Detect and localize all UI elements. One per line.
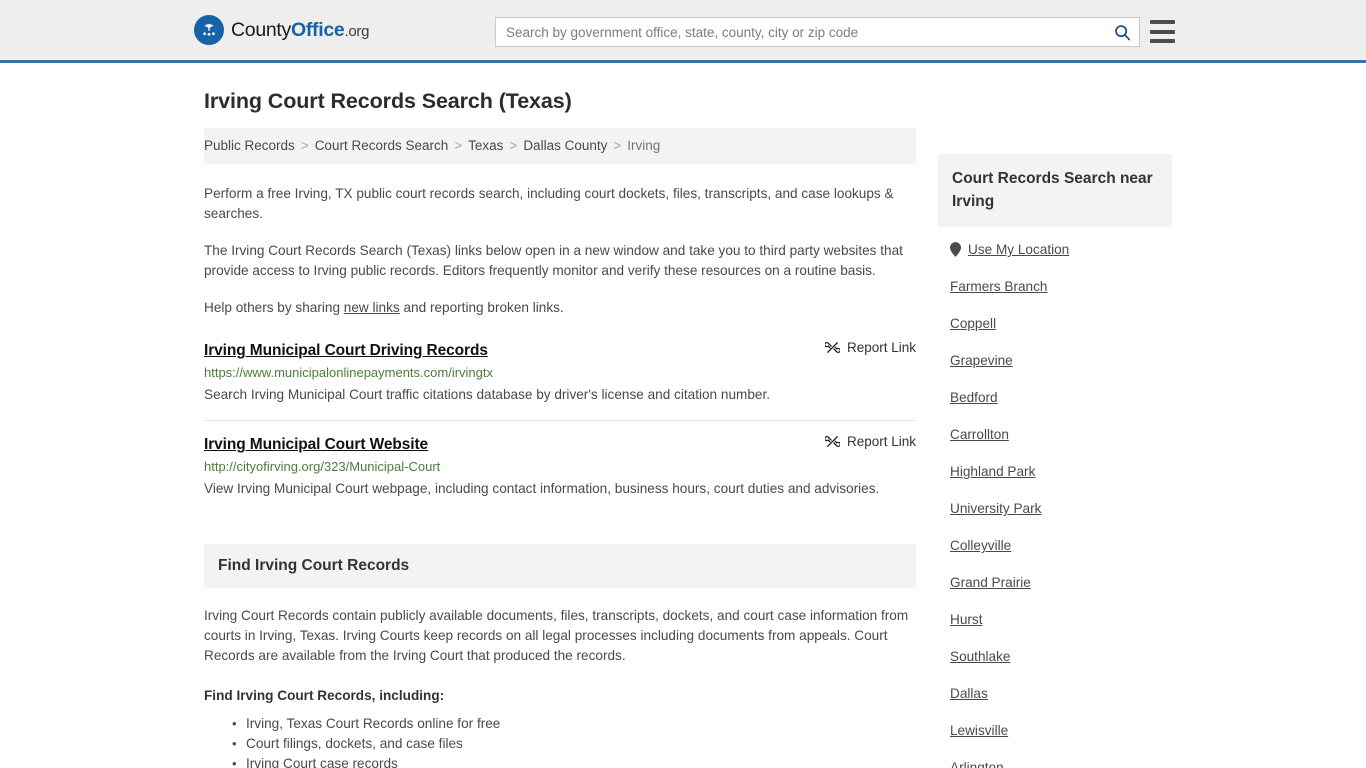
use-my-location-link[interactable]: Use My Location — [968, 242, 1069, 257]
sidebar-city-link[interactable]: Grand Prairie — [950, 575, 1031, 590]
eagle-shield-logo-icon — [194, 15, 224, 45]
site-logo[interactable]: CountyOffice.org — [194, 15, 369, 45]
sidebar-city-link[interactable]: Arlington — [950, 760, 1004, 768]
breadcrumb-item-texas[interactable]: Texas — [468, 138, 503, 153]
hamburger-bar — [1150, 29, 1175, 34]
sidebar-item-grand-prairie[interactable]: Grand Prairie — [938, 564, 1172, 601]
breadcrumb-item-court-records-search[interactable]: Court Records Search — [315, 138, 449, 153]
sidebar-item-arlington[interactable]: Arlington — [938, 749, 1172, 768]
sidebar-city-link[interactable]: Farmers Branch — [950, 279, 1047, 294]
breadcrumb-separator: > — [613, 138, 622, 153]
result-header: Irving Municipal Court Website Report Lin… — [204, 434, 916, 454]
sidebar-item-university-park[interactable]: University Park — [938, 490, 1172, 527]
hamburger-menu-icon[interactable] — [1150, 20, 1175, 43]
sidebar-city-link[interactable]: Highland Park — [950, 464, 1035, 479]
breadcrumb-separator: > — [454, 138, 463, 153]
sidebar-city-link[interactable]: Southlake — [950, 649, 1010, 664]
sidebar-header: Court Records Search near Irving — [938, 154, 1172, 227]
find-records-section-header: Find Irving Court Records — [204, 544, 916, 589]
sidebar-item-carrollton[interactable]: Carrollton — [938, 416, 1172, 453]
result-title-link[interactable]: Irving Municipal Court Website — [204, 436, 428, 454]
result-header: Irving Municipal Court Driving Records Re… — [204, 340, 916, 360]
new-links-link[interactable]: new links — [344, 300, 400, 315]
intro-text: Perform a free Irving, TX public court r… — [204, 184, 916, 318]
sidebar-item-hurst[interactable]: Hurst — [938, 601, 1172, 638]
sidebar-city-link[interactable]: Carrollton — [950, 427, 1009, 442]
broken-link-icon — [824, 436, 840, 448]
sidebar-city-link[interactable]: Lewisville — [950, 723, 1008, 738]
broken-link-icon — [824, 342, 840, 354]
breadcrumb-separator: > — [509, 138, 518, 153]
logo-text-county: County — [231, 18, 291, 41]
sidebar-item-grapevine[interactable]: Grapevine — [938, 342, 1172, 379]
site-header: CountyOffice.org — [0, 0, 1366, 63]
report-link-label: Report Link — [846, 434, 916, 450]
sidebar-item-bedford[interactable]: Bedford — [938, 379, 1172, 416]
report-link-button[interactable]: Report Link — [805, 434, 916, 449]
sidebar-heading: Court Records Search near Irving — [952, 170, 1153, 210]
help-suffix: and reporting broken links. — [399, 300, 564, 316]
report-link-button[interactable]: Report Link — [805, 340, 916, 355]
result-description: Search Irving Municipal Court traffic ci… — [204, 387, 771, 403]
sidebar-item-colleyville[interactable]: Colleyville — [938, 527, 1172, 564]
sidebar-item-farmers-branch[interactable]: Farmers Branch — [938, 268, 1172, 305]
sidebar-item-dallas[interactable]: Dallas — [938, 675, 1172, 712]
find-records-list-item: Court filings, dockets, and case files — [232, 734, 916, 754]
search-input[interactable] — [496, 24, 1105, 40]
breadcrumb: Public Records > Court Records Search > Texa… — [204, 128, 916, 165]
sidebar-city-link[interactable]: Colleyville — [950, 538, 1011, 553]
breadcrumb-item-irving[interactable]: Irving — [627, 138, 660, 153]
sidebar-item-lewisville[interactable]: Lewisville — [938, 712, 1172, 749]
find-records-list: Irving, Texas Court Records online for f… — [204, 714, 916, 768]
sidebar: Court Records Search near Irving Use My … — [938, 128, 1172, 768]
hamburger-bar — [1150, 39, 1175, 43]
sidebar-city-link[interactable]: Bedford — [950, 390, 998, 405]
hamburger-bar — [1150, 20, 1175, 24]
site-logo-text: CountyOffice.org — [231, 19, 369, 42]
map-pin-icon — [950, 242, 961, 257]
search-bar[interactable] — [495, 17, 1140, 47]
help-paragraph: Help others by sharing new links and rep… — [204, 298, 916, 318]
result-description: View Irving Municipal Court webpage, inc… — [204, 481, 880, 497]
result-url[interactable]: http://cityofirving.org/323/Municipal-Co… — [204, 459, 916, 474]
result-title-link[interactable]: Irving Municipal Court Driving Records — [204, 342, 488, 360]
sidebar-links: Use My Location Farmers Branch Coppell Gra… — [938, 231, 1172, 768]
sidebar-item-southlake[interactable]: Southlake — [938, 638, 1172, 675]
sidebar-city-link[interactable]: Dallas — [950, 686, 988, 701]
sidebar-item-highland-park[interactable]: Highland Park — [938, 453, 1172, 490]
result-url[interactable]: https://www.municipalonlinepayments.com/… — [204, 365, 916, 380]
report-link-label: Report Link — [846, 340, 916, 356]
find-records-section-body: Irving Court Records contain publicly av… — [204, 606, 916, 768]
breadcrumb-item-dallas-county[interactable]: Dallas County — [523, 138, 607, 153]
sidebar-item-coppell[interactable]: Coppell — [938, 305, 1172, 342]
result-item: Irving Municipal Court Driving Records Re… — [204, 340, 916, 422]
main-column: Public Records > Court Records Search > Texa… — [204, 128, 916, 768]
breadcrumb-separator: > — [300, 138, 309, 153]
find-records-list-item: Irving Court case records — [232, 754, 916, 768]
result-item: Irving Municipal Court Website Report Lin… — [204, 434, 916, 514]
sidebar-city-link[interactable]: Coppell — [950, 316, 996, 331]
find-records-list-item: Irving, Texas Court Records online for f… — [232, 714, 916, 734]
help-prefix: Help others by sharing — [204, 300, 344, 316]
breadcrumb-item-public-records[interactable]: Public Records — [204, 138, 295, 153]
page-title: Irving Court Records Search (Texas) — [204, 89, 572, 113]
find-records-paragraph: Irving Court Records contain publicly av… — [204, 608, 909, 664]
sidebar-item-use-my-location[interactable]: Use My Location — [938, 231, 1172, 268]
search-icon — [1114, 24, 1130, 40]
find-records-list-heading: Find Irving Court Records, including: — [204, 688, 445, 704]
page-container: Irving Court Records Search (Texas) Publ… — [0, 89, 1366, 768]
intro-paragraph-1: Perform a free Irving, TX public court r… — [204, 186, 894, 222]
results-list: Irving Municipal Court Driving Records Re… — [204, 340, 916, 514]
search-button[interactable] — [1105, 18, 1139, 46]
sidebar-city-link[interactable]: Grapevine — [950, 353, 1013, 368]
sidebar-city-link[interactable]: University Park — [950, 501, 1041, 516]
logo-text-office: Office — [291, 18, 345, 41]
logo-text-org: .org — [344, 22, 370, 40]
sidebar-city-link[interactable]: Hurst — [950, 612, 982, 627]
intro-paragraph-2: The Irving Court Records Search (Texas) … — [204, 243, 903, 279]
find-records-heading: Find Irving Court Records — [218, 557, 410, 575]
